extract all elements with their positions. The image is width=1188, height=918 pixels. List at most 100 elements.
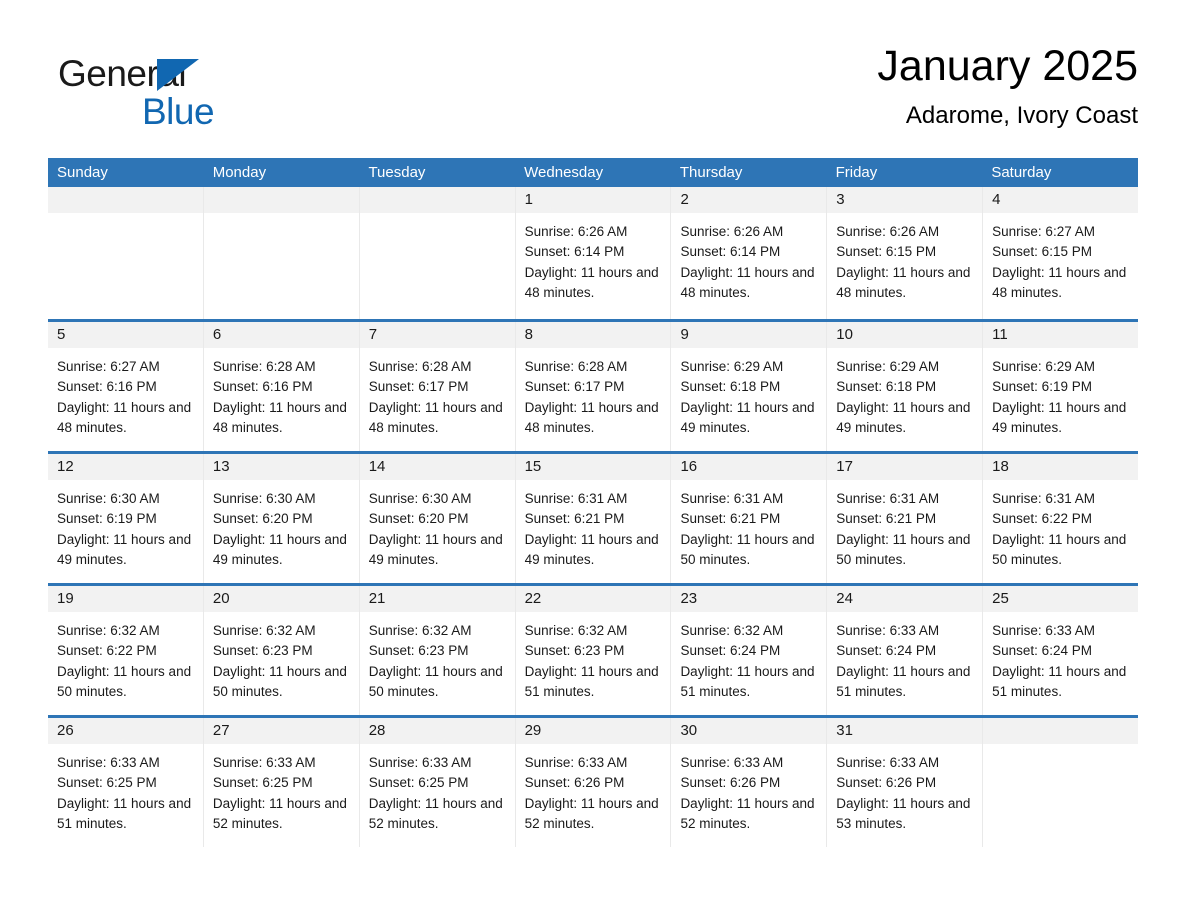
calendar-day-cell[interactable]: 17 Sunrise: 6:31 AM Sunset: 6:21 PM Dayligh… <box>827 454 984 583</box>
day-details: Sunrise: 6:32 AM Sunset: 6:23 PM Daylight:… <box>360 612 515 702</box>
calendar-day-cell[interactable]: 14 Sunrise: 6:30 AM Sunset: 6:20 PM Dayligh… <box>359 454 516 583</box>
calendar-day-cell[interactable]: 26 Sunrise: 6:33 AM Sunset: 6:25 PM Dayligh… <box>48 718 204 847</box>
calendar-day-cell[interactable]: 8 Sunrise: 6:28 AM Sunset: 6:17 PM Daylight… <box>515 322 672 451</box>
sunset-text: Sunset: 6:15 PM <box>992 244 1092 260</box>
daylight-text: Daylight: 11 hours and 50 minutes. <box>212 663 347 699</box>
calendar-day-cell[interactable]: 13 Sunrise: 6:30 AM Sunset: 6:20 PM Dayligh… <box>203 454 360 583</box>
sunset-text: Sunset: 6:25 PM <box>368 775 469 791</box>
calendar-day-cell[interactable]: 24 Sunrise: 6:33 AM Sunset: 6:24 PM Dayligh… <box>827 586 984 715</box>
calendar-day-cell[interactable]: 10 Sunrise: 6:29 AM Sunset: 6:18 PM Dayligh… <box>827 322 984 451</box>
calendar-day-cell[interactable]: 12 Sunrise: 6:30 AM Sunset: 6:19 PM Dayligh… <box>48 454 204 583</box>
sunset-text: Sunset: 6:22 PM <box>992 511 1092 527</box>
daylight-text: Daylight: 11 hours and 49 minutes. <box>212 531 347 567</box>
calendar-day-cell[interactable]: 9 Sunrise: 6:29 AM Sunset: 6:18 PM Daylight… <box>671 322 828 451</box>
calendar-grid: Sunday Monday Tuesday Wednesday Thursday… <box>48 158 1139 847</box>
day-number: 14 <box>359 454 515 480</box>
calendar-day-cell[interactable]: 15 Sunrise: 6:31 AM Sunset: 6:21 PM Dayligh… <box>515 454 672 583</box>
logo-text-blue: Blue <box>142 91 215 132</box>
calendar-day-cell[interactable]: 11 Sunrise: 6:29 AM Sunset: 6:19 PM Dayligh… <box>983 322 1139 451</box>
day-details: Sunrise: 6:32 AM Sunset: 6:23 PM Daylight:… <box>516 612 671 702</box>
sunrise-text: Sunrise: 6:31 AM <box>992 491 1095 506</box>
daylight-text: Daylight: 11 hours and 49 minutes. <box>368 531 503 567</box>
day-details: Sunrise: 6:32 AM Sunset: 6:22 PM Daylight:… <box>48 612 203 702</box>
day-number: 18 <box>983 454 1139 480</box>
sunrise-text: Sunrise: 6:33 AM <box>836 623 940 638</box>
day-number: 8 <box>515 322 671 348</box>
calendar-day-cell[interactable]: 27 Sunrise: 6:33 AM Sunset: 6:25 PM Dayligh… <box>203 718 360 847</box>
weekday-header-thursday: Thursday <box>679 164 743 181</box>
day-number: 30 <box>671 718 827 744</box>
calendar-day-cell[interactable]: 20 Sunrise: 6:32 AM Sunset: 6:23 PM Dayligh… <box>203 586 360 715</box>
sunrise-text: Sunrise: 6:30 AM <box>57 491 160 506</box>
day-details: Sunrise: 6:29 AM Sunset: 6:18 PM Daylight:… <box>671 348 826 438</box>
sunset-text: Sunset: 6:24 PM <box>992 643 1092 659</box>
sunset-text: Sunset: 6:25 PM <box>212 775 313 791</box>
day-number: 11 <box>983 322 1139 348</box>
day-details: Sunrise: 6:29 AM Sunset: 6:18 PM Daylight:… <box>827 348 982 438</box>
day-details: Sunrise: 6:31 AM Sunset: 6:22 PM Daylight:… <box>983 480 1138 570</box>
sunrise-text: Sunrise: 6:27 AM <box>57 359 160 374</box>
day-number: 20 <box>203 586 359 612</box>
sunset-text: Sunset: 6:17 PM <box>524 379 625 395</box>
sunrise-text: Sunrise: 6:31 AM <box>836 491 940 506</box>
daylight-text: Daylight: 11 hours and 48 minutes. <box>524 264 659 300</box>
calendar-day-cell[interactable]: 31 Sunrise: 6:33 AM Sunset: 6:26 PM Dayligh… <box>827 718 984 847</box>
calendar-week-row: 12 Sunrise: 6:30 AM Sunset: 6:19 PM Dayligh… <box>48 451 1139 583</box>
day-number: 28 <box>359 718 515 744</box>
sunrise-text: Sunrise: 6:28 AM <box>368 359 472 374</box>
calendar-day-cell[interactable]: 28 Sunrise: 6:33 AM Sunset: 6:25 PM Dayligh… <box>359 718 516 847</box>
sunset-text: Sunset: 6:21 PM <box>836 511 937 527</box>
day-number: 21 <box>359 586 515 612</box>
sunset-text: Sunset: 6:23 PM <box>212 643 313 659</box>
day-details: Sunrise: 6:33 AM Sunset: 6:26 PM Daylight:… <box>516 744 671 834</box>
sunrise-text: Sunrise: 6:26 AM <box>836 224 940 239</box>
calendar-day-cell[interactable]: 2 Sunrise: 6:26 AM Sunset: 6:14 PM Daylight… <box>671 187 828 319</box>
daylight-text: Daylight: 11 hours and 50 minutes. <box>836 531 971 567</box>
sunset-text: Sunset: 6:16 PM <box>212 379 313 395</box>
daylight-text: Daylight: 11 hours and 48 minutes. <box>524 399 659 435</box>
calendar-week-row: 26 Sunrise: 6:33 AM Sunset: 6:25 PM Dayligh… <box>48 715 1139 847</box>
day-number: 9 <box>671 322 827 348</box>
generalblue-logo[interactable]: General Blue <box>58 52 318 136</box>
daylight-text: Daylight: 11 hours and 49 minutes. <box>992 399 1127 435</box>
day-number <box>48 187 203 213</box>
calendar-day-cell[interactable]: 25 Sunrise: 6:33 AM Sunset: 6:24 PM Dayligh… <box>983 586 1139 715</box>
day-details: Sunrise: 6:30 AM Sunset: 6:20 PM Daylight:… <box>360 480 515 570</box>
day-number <box>983 718 1139 744</box>
day-details: Sunrise: 6:33 AM Sunset: 6:26 PM Daylight:… <box>671 744 826 834</box>
sunrise-text: Sunrise: 6:30 AM <box>368 491 472 506</box>
day-details: Sunrise: 6:26 AM Sunset: 6:14 PM Daylight:… <box>516 213 671 303</box>
logo-triangle-icon <box>157 59 199 91</box>
day-number: 12 <box>48 454 203 480</box>
calendar-day-cell[interactable]: 3 Sunrise: 6:26 AM Sunset: 6:15 PM Daylight… <box>827 187 984 319</box>
calendar-day-cell[interactable]: 23 Sunrise: 6:32 AM Sunset: 6:24 PM Dayligh… <box>671 586 828 715</box>
day-details: Sunrise: 6:31 AM Sunset: 6:21 PM Daylight:… <box>671 480 826 570</box>
sunrise-text: Sunrise: 6:28 AM <box>524 359 628 374</box>
sunset-text: Sunset: 6:14 PM <box>680 244 781 260</box>
calendar-day-cell[interactable]: 5 Sunrise: 6:27 AM Sunset: 6:16 PM Daylight… <box>48 322 204 451</box>
weekday-header-monday: Monday <box>212 164 267 181</box>
weekday-header-saturday: Saturday <box>991 164 1052 181</box>
sunrise-text: Sunrise: 6:30 AM <box>212 491 316 506</box>
sunrise-text: Sunrise: 6:29 AM <box>680 359 784 374</box>
sunset-text: Sunset: 6:17 PM <box>368 379 469 395</box>
calendar-day-cell[interactable]: 30 Sunrise: 6:33 AM Sunset: 6:26 PM Dayligh… <box>671 718 828 847</box>
sunrise-text: Sunrise: 6:33 AM <box>836 755 940 770</box>
calendar-day-cell-empty <box>203 187 360 319</box>
calendar-day-cell[interactable]: 4 Sunrise: 6:27 AM Sunset: 6:15 PM Daylight… <box>983 187 1139 319</box>
calendar-day-cell[interactable]: 16 Sunrise: 6:31 AM Sunset: 6:21 PM Dayligh… <box>671 454 828 583</box>
daylight-text: Daylight: 11 hours and 50 minutes. <box>57 663 192 699</box>
calendar-day-cell[interactable]: 22 Sunrise: 6:32 AM Sunset: 6:23 PM Dayligh… <box>515 586 672 715</box>
calendar-day-cell[interactable]: 21 Sunrise: 6:32 AM Sunset: 6:23 PM Dayligh… <box>359 586 516 715</box>
day-details: Sunrise: 6:28 AM Sunset: 6:17 PM Daylight:… <box>360 348 515 438</box>
calendar-day-cell[interactable]: 19 Sunrise: 6:32 AM Sunset: 6:22 PM Dayligh… <box>48 586 204 715</box>
day-details: Sunrise: 6:32 AM Sunset: 6:24 PM Daylight:… <box>671 612 826 702</box>
day-details: Sunrise: 6:28 AM Sunset: 6:16 PM Daylight:… <box>204 348 359 438</box>
calendar-day-cell[interactable]: 18 Sunrise: 6:31 AM Sunset: 6:22 PM Dayligh… <box>983 454 1139 583</box>
calendar-day-cell[interactable]: 29 Sunrise: 6:33 AM Sunset: 6:26 PM Dayligh… <box>515 718 672 847</box>
sunset-text: Sunset: 6:16 PM <box>57 379 157 395</box>
calendar-day-cell[interactable]: 7 Sunrise: 6:28 AM Sunset: 6:17 PM Daylight… <box>359 322 516 451</box>
calendar-day-cell[interactable]: 1 Sunrise: 6:26 AM Sunset: 6:14 PM Daylight… <box>515 187 672 319</box>
calendar-day-cell[interactable]: 6 Sunrise: 6:28 AM Sunset: 6:16 PM Daylight… <box>203 322 360 451</box>
day-number: 29 <box>515 718 671 744</box>
